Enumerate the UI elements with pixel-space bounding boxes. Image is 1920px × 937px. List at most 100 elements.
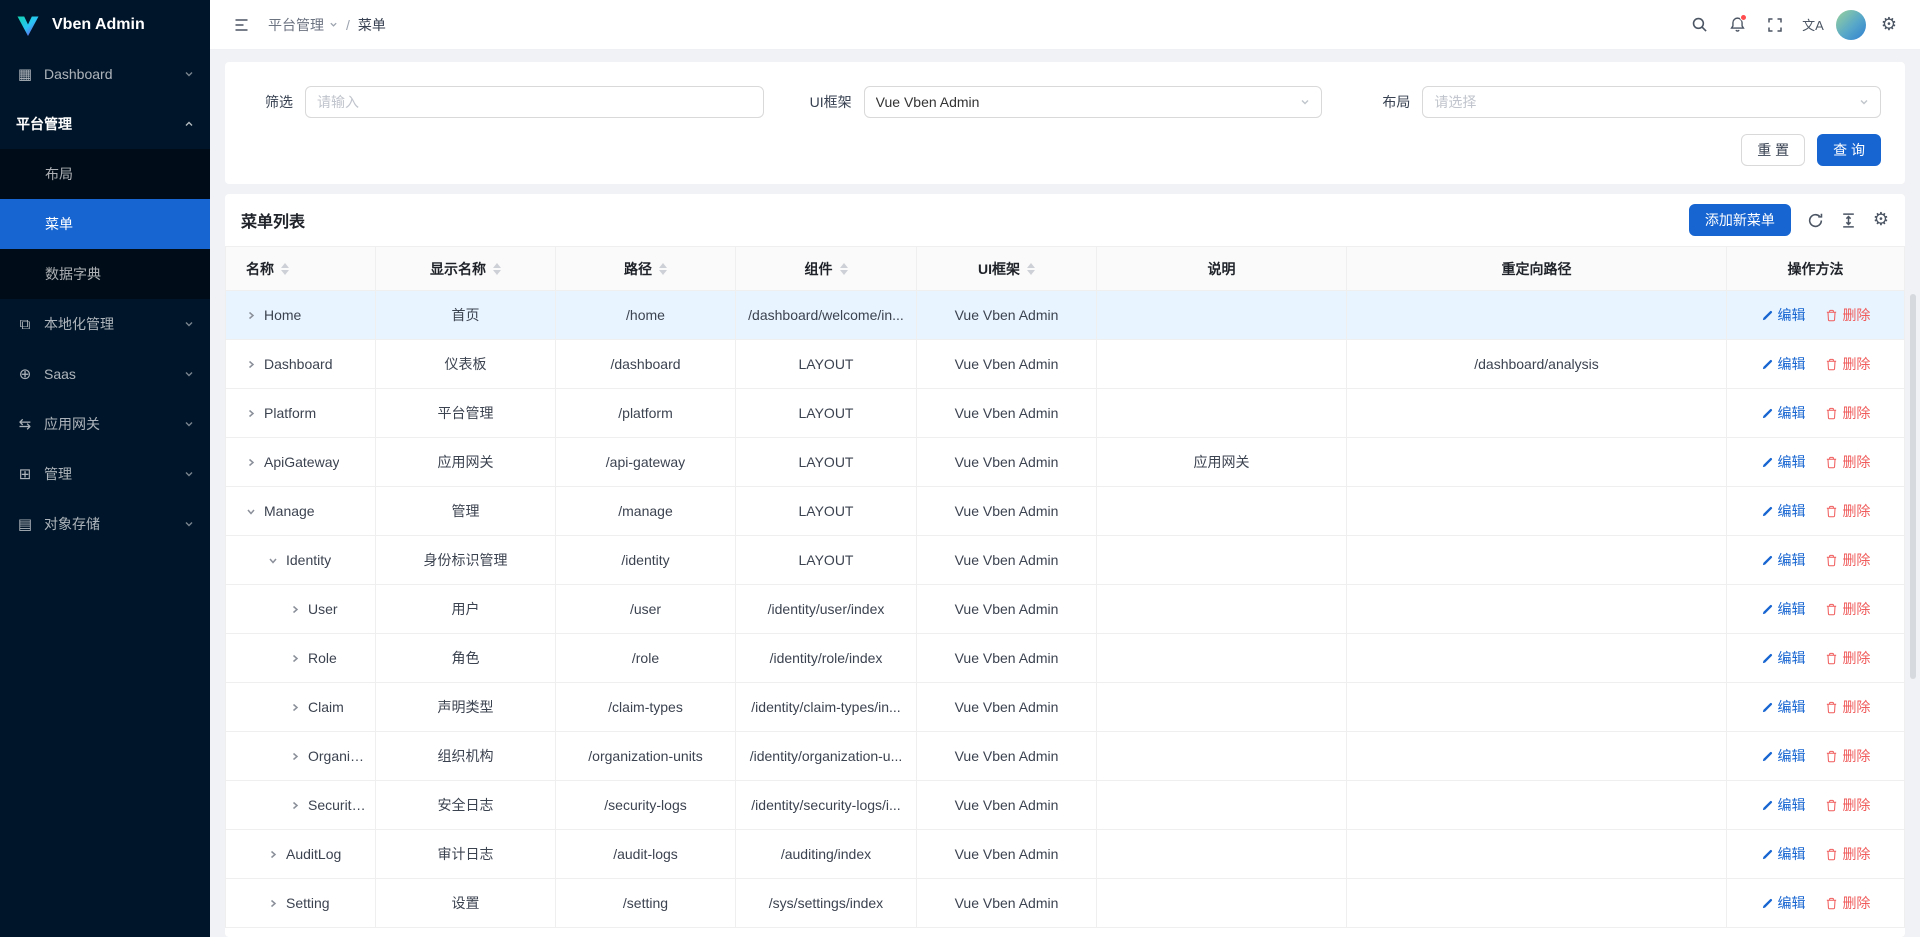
sort-icon[interactable] bbox=[659, 263, 667, 275]
edit-button[interactable]: 编辑 bbox=[1761, 844, 1806, 864]
table-row[interactable]: Dashboard 仪表板 /dashboard LAYOUT Vue Vben… bbox=[226, 340, 1905, 389]
row-expand-icon[interactable] bbox=[290, 653, 300, 664]
table-row[interactable]: Platform 平台管理 /platform LAYOUT Vue Vben … bbox=[226, 389, 1905, 438]
keyword-input[interactable] bbox=[317, 94, 752, 110]
sidebar-item-data-dictionary[interactable]: 数据字典 bbox=[0, 249, 210, 299]
table-row[interactable]: User 用户 /user /identity/user/index Vue V… bbox=[226, 585, 1905, 634]
sidebar-toggle-button[interactable] bbox=[224, 8, 258, 42]
settings-button[interactable]: ⚙ bbox=[1872, 8, 1906, 42]
sort-icon[interactable] bbox=[281, 263, 289, 275]
search-button[interactable] bbox=[1682, 8, 1716, 42]
column-header-4[interactable]: 组件 bbox=[736, 247, 917, 291]
add-menu-button[interactable]: 添加新菜单 bbox=[1689, 204, 1791, 236]
delete-button[interactable]: 删除 bbox=[1825, 795, 1870, 815]
row-expand-icon[interactable] bbox=[246, 457, 256, 468]
column-header-label: UI框架 bbox=[978, 259, 1020, 279]
row-expand-icon[interactable] bbox=[268, 849, 278, 860]
delete-button[interactable]: 删除 bbox=[1825, 893, 1870, 913]
table-row[interactable]: Security... 安全日志 /security-logs /identit… bbox=[226, 781, 1905, 830]
row-expand-icon[interactable] bbox=[290, 702, 300, 713]
edit-button[interactable]: 编辑 bbox=[1761, 305, 1806, 325]
edit-button[interactable]: 编辑 bbox=[1761, 746, 1806, 766]
edit-button[interactable]: 编辑 bbox=[1761, 697, 1806, 717]
delete-button[interactable]: 删除 bbox=[1825, 354, 1870, 374]
table-row[interactable]: Home 首页 /home /dashboard/welcome/in... V… bbox=[226, 291, 1905, 340]
delete-button[interactable]: 删除 bbox=[1825, 501, 1870, 521]
edit-button[interactable]: 编辑 bbox=[1761, 452, 1806, 472]
sidebar-item-api-gateway[interactable]: ⇆ 应用网关 bbox=[0, 399, 210, 449]
table-row[interactable]: Setting 设置 /setting /sys/settings/index … bbox=[226, 879, 1905, 928]
row-expand-icon[interactable] bbox=[268, 898, 278, 909]
delete-button[interactable]: 删除 bbox=[1825, 305, 1870, 325]
edit-button[interactable]: 编辑 bbox=[1761, 648, 1806, 668]
row-expand-icon[interactable] bbox=[246, 408, 256, 419]
language-button[interactable]: 文A bbox=[1796, 8, 1830, 42]
table-row[interactable]: Identity 身份标识管理 /identity LAYOUT Vue Vbe… bbox=[226, 536, 1905, 585]
sidebar-item-platform[interactable]: 平台管理 bbox=[0, 99, 210, 149]
row-height-button[interactable] bbox=[1840, 212, 1857, 229]
reset-button[interactable]: 重 置 bbox=[1741, 134, 1805, 166]
breadcrumb-parent-label: 平台管理 bbox=[268, 15, 324, 35]
layout-select[interactable]: 请选择 bbox=[1422, 86, 1881, 118]
delete-button[interactable]: 删除 bbox=[1825, 452, 1870, 472]
delete-button[interactable]: 删除 bbox=[1825, 550, 1870, 570]
sidebar-item-dashboard[interactable]: ▦ Dashboard bbox=[0, 49, 210, 99]
row-expand-icon[interactable] bbox=[246, 359, 256, 370]
notification-button[interactable] bbox=[1720, 8, 1754, 42]
table-row[interactable]: ApiGateway 应用网关 /api-gateway LAYOUT Vue … bbox=[226, 438, 1905, 487]
row-expand-icon[interactable] bbox=[290, 751, 300, 762]
column-header-2[interactable]: 显示名称 bbox=[376, 247, 556, 291]
sidebar-item-menu[interactable]: 菜单 bbox=[0, 199, 210, 249]
fullscreen-button[interactable] bbox=[1758, 8, 1792, 42]
row-expand-icon[interactable] bbox=[246, 506, 256, 517]
delete-button[interactable]: 删除 bbox=[1825, 697, 1870, 717]
table-row[interactable]: Claim 声明类型 /claim-types /identity/claim-… bbox=[226, 683, 1905, 732]
column-header-5[interactable]: UI框架 bbox=[917, 247, 1097, 291]
avatar bbox=[1836, 10, 1866, 40]
edit-button[interactable]: 编辑 bbox=[1761, 599, 1806, 619]
edit-button[interactable]: 编辑 bbox=[1761, 893, 1806, 913]
sort-icon[interactable] bbox=[1027, 263, 1035, 275]
column-header-6[interactable]: 说明 bbox=[1097, 247, 1347, 291]
query-button[interactable]: 查 询 bbox=[1817, 134, 1881, 166]
delete-button[interactable]: 删除 bbox=[1825, 746, 1870, 766]
refresh-button[interactable] bbox=[1807, 212, 1824, 229]
row-expand-icon[interactable] bbox=[246, 310, 256, 321]
sidebar-item-manage[interactable]: ⊞ 管理 bbox=[0, 449, 210, 499]
edit-button[interactable]: 编辑 bbox=[1761, 501, 1806, 521]
delete-button[interactable]: 删除 bbox=[1825, 403, 1870, 423]
edit-button[interactable]: 编辑 bbox=[1761, 354, 1806, 374]
row-expand-icon[interactable] bbox=[290, 800, 300, 811]
table-settings-button[interactable]: ⚙ bbox=[1873, 211, 1889, 229]
logo[interactable]: Vben Admin bbox=[0, 0, 210, 49]
edit-button[interactable]: 编辑 bbox=[1761, 403, 1806, 423]
column-header-1[interactable]: 名称 bbox=[226, 247, 376, 291]
column-header-7[interactable]: 重定向路径 bbox=[1347, 247, 1727, 291]
scrollbar-thumb[interactable] bbox=[1910, 294, 1916, 679]
table-row[interactable]: AuditLog 审计日志 /audit-logs /auditing/inde… bbox=[226, 830, 1905, 879]
cell-display-name: 审计日志 bbox=[376, 830, 556, 879]
row-expand-icon[interactable] bbox=[290, 604, 300, 615]
table-row[interactable]: Manage 管理 /manage LAYOUT Vue Vben Admin … bbox=[226, 487, 1905, 536]
column-header-3[interactable]: 路径 bbox=[556, 247, 736, 291]
delete-button[interactable]: 删除 bbox=[1825, 599, 1870, 619]
page-scrollbar[interactable] bbox=[1909, 50, 1917, 937]
sidebar-item-layout[interactable]: 布局 bbox=[0, 149, 210, 199]
edit-button[interactable]: 编辑 bbox=[1761, 795, 1806, 815]
row-expand-icon[interactable] bbox=[268, 555, 278, 566]
sort-icon[interactable] bbox=[493, 263, 501, 275]
sort-icon[interactable] bbox=[840, 263, 848, 275]
ui-framework-select[interactable]: Vue Vben Admin bbox=[864, 86, 1323, 118]
column-header-label: 操作方法 bbox=[1788, 259, 1844, 279]
user-avatar-button[interactable] bbox=[1834, 8, 1868, 42]
table-row[interactable]: Role 角色 /role /identity/role/index Vue V… bbox=[226, 634, 1905, 683]
delete-button[interactable]: 删除 bbox=[1825, 648, 1870, 668]
breadcrumb-parent[interactable]: 平台管理 bbox=[268, 15, 338, 35]
edit-button[interactable]: 编辑 bbox=[1761, 550, 1806, 570]
table-row[interactable]: Organiz... 组织机构 /organization-units /ide… bbox=[226, 732, 1905, 781]
delete-button[interactable]: 删除 bbox=[1825, 844, 1870, 864]
sidebar-item-saas[interactable]: ⊕ Saas bbox=[0, 349, 210, 399]
sidebar-item-object-storage[interactable]: ▤ 对象存储 bbox=[0, 499, 210, 549]
column-header-8[interactable]: 操作方法 bbox=[1727, 247, 1905, 291]
sidebar-item-localization[interactable]: ⧉ 本地化管理 bbox=[0, 299, 210, 349]
